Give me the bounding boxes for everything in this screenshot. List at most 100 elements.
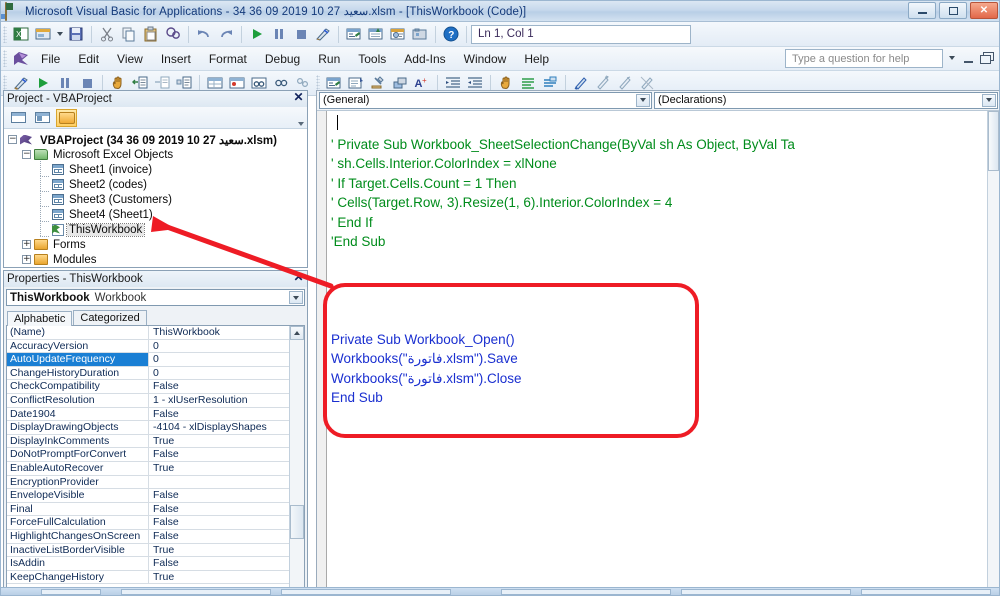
code-line[interactable] xyxy=(331,115,999,135)
properties-scrollbar[interactable] xyxy=(289,326,304,590)
mdi-restore-button[interactable] xyxy=(980,52,994,64)
taskbar-item[interactable] xyxy=(281,589,451,595)
minimize-button[interactable] xyxy=(908,2,936,19)
table-row[interactable]: EncryptionProvider xyxy=(7,475,289,490)
property-value[interactable]: ThisWorkbook xyxy=(149,326,289,339)
toolbox-icon[interactable] xyxy=(409,24,431,45)
table-row[interactable]: DoNotPromptForConvert False xyxy=(7,448,289,462)
table-row[interactable]: Final False xyxy=(7,502,289,517)
toggle-folders-icon[interactable] xyxy=(56,108,77,127)
table-row[interactable]: ForceFullCalculation False xyxy=(7,516,289,530)
property-value[interactable]: 0 xyxy=(149,353,289,366)
project-explorer-close-icon[interactable]: ✕ xyxy=(292,91,305,104)
code-line[interactable] xyxy=(331,252,999,272)
table-row[interactable]: ConflictResolution 1 - xlUserResolution xyxy=(7,393,289,408)
break-icon[interactable] xyxy=(268,24,290,45)
tab-alphabetic[interactable]: Alphabetic xyxy=(7,311,73,326)
menubar-grip[interactable] xyxy=(3,50,7,67)
expander-icon[interactable]: − xyxy=(8,135,17,144)
mdi-minimize-button[interactable] xyxy=(963,53,975,65)
menu-item-file[interactable]: File xyxy=(32,50,69,68)
code-line[interactable]: Private Sub Workbook_Open() xyxy=(331,330,999,350)
taskbar-item[interactable] xyxy=(41,589,101,595)
insert-userform-icon[interactable] xyxy=(32,24,54,45)
property-value[interactable]: True xyxy=(149,571,289,584)
expander-icon[interactable]: + xyxy=(22,255,31,264)
tree-node-modules[interactable]: + Modules xyxy=(6,252,305,267)
code-line[interactable]: ' Cells(Target.Row, 3).Resize(1, 6).Inte… xyxy=(331,193,999,213)
edit-toolbar-grip[interactable] xyxy=(3,74,7,92)
find-icon[interactable] xyxy=(162,24,184,45)
table-row[interactable]: InactiveListBorderVisible True xyxy=(7,543,289,558)
code-vertical-scrollbar[interactable] xyxy=(987,111,999,594)
view-excel-icon[interactable]: X xyxy=(10,24,32,45)
code-line[interactable]: ' sh.Cells.Interior.ColorIndex = xlNone xyxy=(331,154,999,174)
scrollbar-thumb[interactable] xyxy=(988,111,999,171)
menu-item-insert[interactable]: Insert xyxy=(152,50,200,68)
table-row[interactable]: CheckCompatibility False xyxy=(7,380,289,394)
code-line[interactable] xyxy=(331,271,999,291)
undo-icon[interactable] xyxy=(193,24,215,45)
help-search-input[interactable]: Type a question for help xyxy=(785,49,943,68)
table-row[interactable]: KeepChangeHistory True xyxy=(7,570,289,585)
code-line[interactable]: End Sub xyxy=(331,388,999,408)
property-value[interactable]: False xyxy=(149,516,289,529)
code-line[interactable] xyxy=(331,310,999,330)
tree-node-vbaproject[interactable]: − VBAProject (34 36 09 2019 10 27 سعيد.x… xyxy=(6,132,305,147)
code-line[interactable]: 'End Sub xyxy=(331,232,999,252)
code-text-area[interactable]: ' Private Sub Workbook_SheetSelectionCha… xyxy=(327,111,999,594)
menu-item-run[interactable]: Run xyxy=(309,50,349,68)
property-value[interactable]: True xyxy=(149,435,289,448)
tree-node-sheet4[interactable]: Sheet4 (Sheet1) xyxy=(6,206,305,222)
menu-item-help[interactable]: Help xyxy=(515,50,558,68)
property-value[interactable]: False xyxy=(149,557,289,570)
menu-item-debug[interactable]: Debug xyxy=(256,50,309,68)
run-icon[interactable] xyxy=(246,24,268,45)
edit-toolbar-grip-2[interactable] xyxy=(316,74,320,92)
taskbar-item[interactable] xyxy=(861,589,991,595)
properties-window-icon[interactable] xyxy=(365,24,387,45)
tab-categorized[interactable]: Categorized xyxy=(73,310,147,325)
menu-item-view[interactable]: View xyxy=(108,50,152,68)
taskbar-item[interactable] xyxy=(121,589,271,595)
object-dropdown-icon[interactable] xyxy=(636,93,650,107)
tree-node-sheet1[interactable]: Sheet1 (invoice) xyxy=(6,161,305,177)
design-mode-icon[interactable] xyxy=(312,24,334,45)
table-row[interactable]: Date1904 False xyxy=(7,407,289,422)
code-line[interactable]: ' Private Sub Workbook_SheetSelectionCha… xyxy=(331,135,999,155)
toolbar-overflow-icon[interactable] xyxy=(296,119,305,128)
property-value[interactable]: False xyxy=(149,380,289,393)
property-value[interactable]: False xyxy=(149,489,289,502)
menu-item-edit[interactable]: Edit xyxy=(69,50,108,68)
property-value[interactable]: False xyxy=(149,448,289,461)
table-row[interactable]: DisplayDrawingObjects -4104 - xlDisplaySh… xyxy=(7,421,289,435)
properties-object-combo[interactable]: ThisWorkbook Workbook xyxy=(6,289,305,306)
property-value[interactable]: True xyxy=(149,462,289,475)
properties-combo-dropdown-icon[interactable] xyxy=(289,291,303,304)
code-line[interactable]: Workbooks("فاتورة.xlsm").Close xyxy=(331,369,999,389)
view-object-icon[interactable] xyxy=(32,109,53,127)
taskbar-item[interactable] xyxy=(681,589,851,595)
tree-node-excel-objects[interactable]: − Microsoft Excel Objects xyxy=(6,147,305,162)
table-row[interactable]: EnvelopeVisible False xyxy=(7,489,289,503)
code-margin-indicator-bar[interactable] xyxy=(317,111,327,594)
table-row[interactable]: (Name) ThisWorkbook xyxy=(7,326,289,340)
properties-close-icon[interactable]: ✕ xyxy=(292,271,305,284)
save-icon[interactable] xyxy=(65,24,87,45)
tree-node-thisworkbook[interactable]: ThisWorkbook xyxy=(6,221,305,237)
insert-dropdown-icon[interactable] xyxy=(54,24,65,45)
code-line[interactable] xyxy=(331,291,999,311)
code-line[interactable]: ' End If xyxy=(331,213,999,233)
table-row[interactable]: DisplayInkComments True xyxy=(7,434,289,449)
paste-icon[interactable] xyxy=(140,24,162,45)
object-dropdown[interactable]: (General) xyxy=(319,91,652,109)
expander-icon[interactable]: + xyxy=(22,240,31,249)
procedure-dropdown-icon[interactable] xyxy=(982,93,996,107)
code-editor-body[interactable]: ' Private Sub Workbook_SheetSelectionCha… xyxy=(317,111,999,594)
expander-icon[interactable]: − xyxy=(22,150,31,159)
table-row[interactable]: ChangeHistoryDuration 0 xyxy=(7,366,289,381)
property-value[interactable]: 1 - xlUserResolution xyxy=(149,394,289,407)
scrollbar-thumb[interactable] xyxy=(290,505,304,539)
code-line[interactable]: Workbooks("فاتورة.xlsm").Save xyxy=(331,349,999,369)
taskbar-item[interactable] xyxy=(501,589,671,595)
